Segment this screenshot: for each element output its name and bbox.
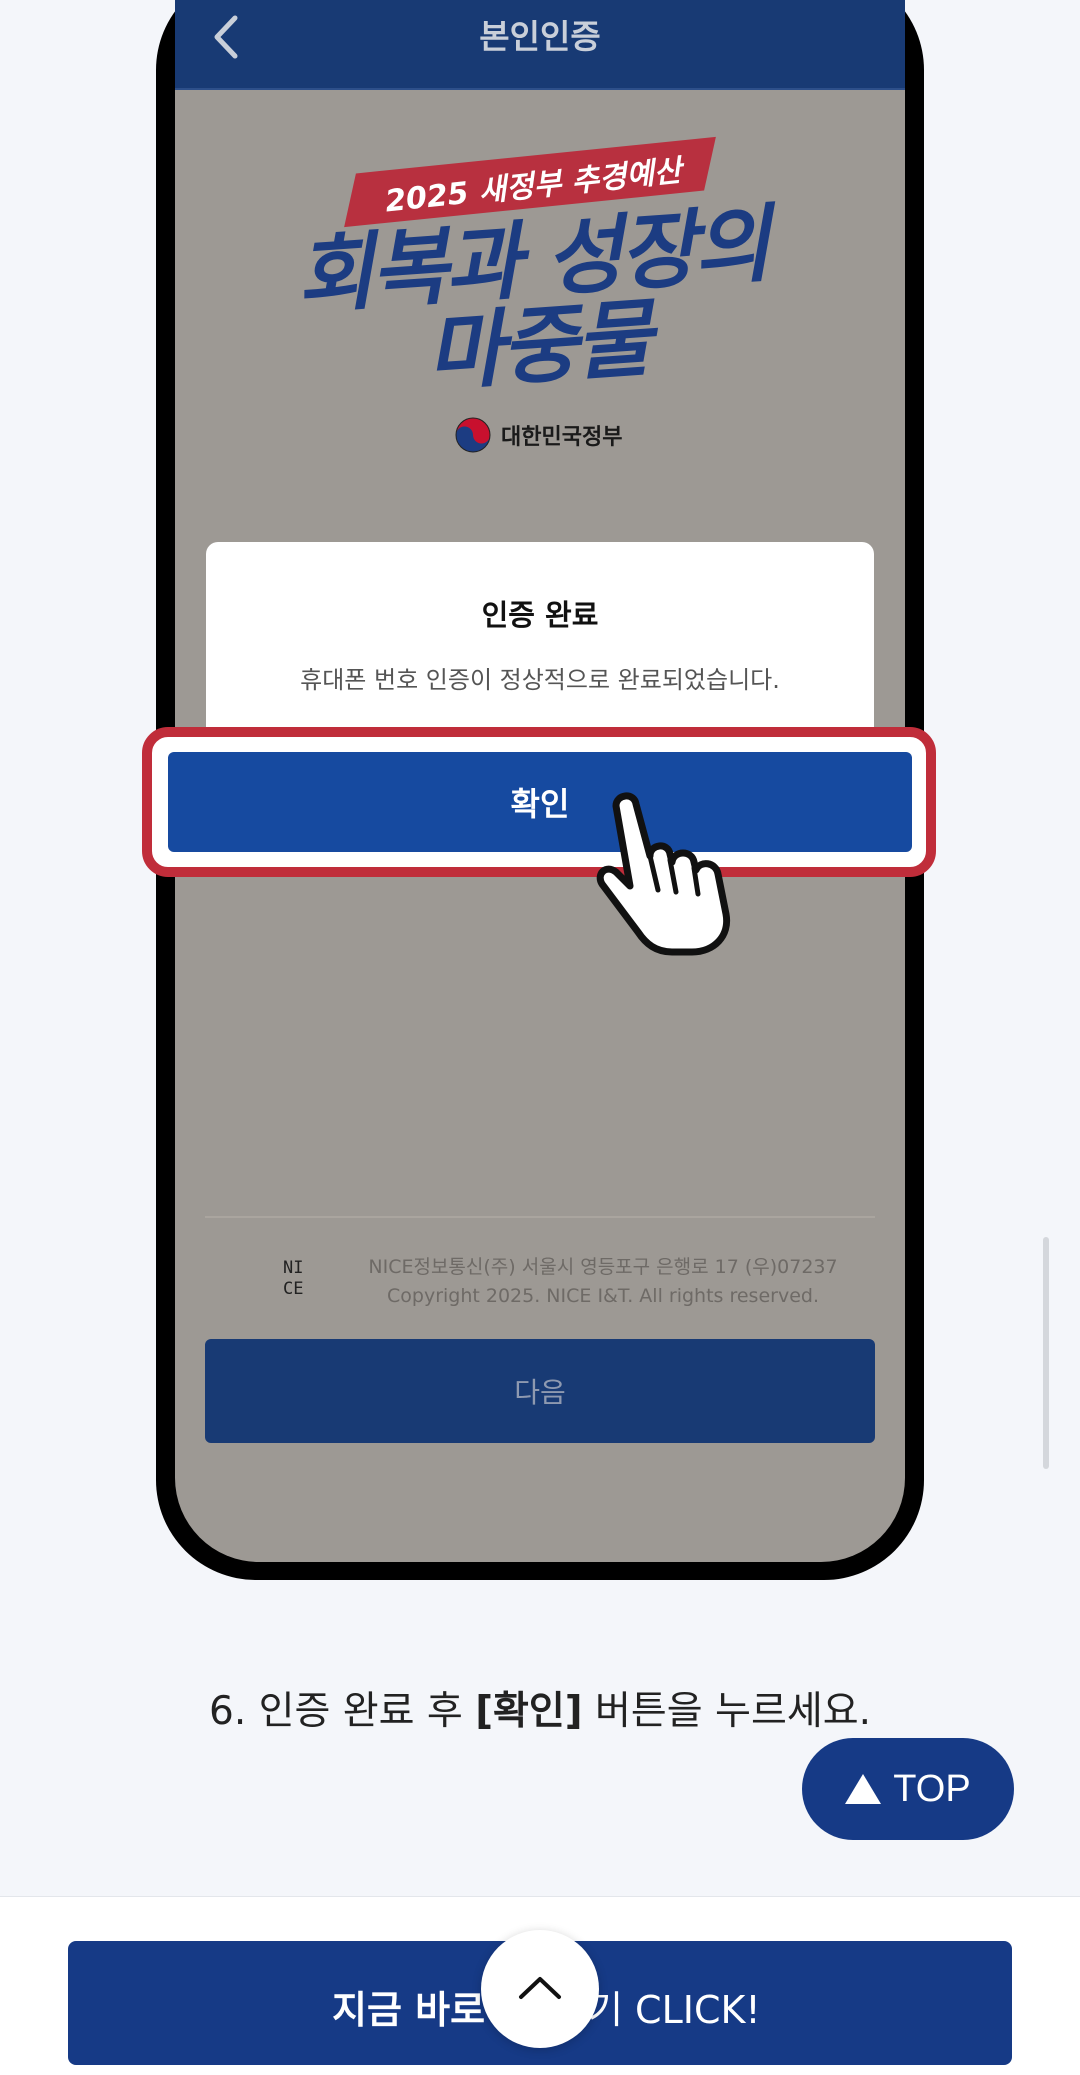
- next-button[interactable]: 다음: [205, 1339, 875, 1443]
- top-button[interactable]: TOP: [802, 1738, 1014, 1840]
- step-caption: 6. 인증 완료 후 [확인] 버튼을 누르세요.: [0, 1680, 1080, 1736]
- caption-suffix: 버튼을 누르세요.: [582, 1689, 871, 1734]
- scroll-up-button[interactable]: [481, 1930, 599, 2048]
- pointing-hand-icon: [596, 792, 731, 956]
- nice-address: NICE정보통신(주) 서울시 영등포구 은행로 17 (우)07237: [368, 1256, 838, 1278]
- gov-mark-row: 대한민국정부: [455, 415, 622, 455]
- nice-logo-line2: CE: [283, 1279, 304, 1299]
- logo-headline: 회복과 성장의 마중물: [290, 195, 781, 405]
- modal-title: 인증 완료: [481, 598, 599, 632]
- caption-bold: [확인]: [475, 1689, 583, 1734]
- screen-header: 본인인증: [175, 0, 905, 90]
- triangle-up-icon: [845, 1774, 882, 1804]
- campaign-logo: 2025 새정부 추경예산 회복과 성장의 마중물 대한민국정부: [293, 136, 795, 465]
- taegeuk-icon: [455, 417, 491, 453]
- cta-label-right: 기 CLICK!: [588, 1988, 761, 2032]
- screen-title: 본인인증: [479, 17, 601, 56]
- nice-footer-text: NICE정보통신(주) 서울시 영등포구 은행로 17 (우)07237 Cop…: [343, 1253, 863, 1311]
- chevron-up-icon: [519, 1976, 561, 1999]
- scrollbar[interactable]: [1043, 1237, 1049, 1469]
- nice-logo-line1: NI: [283, 1258, 304, 1278]
- cta-label-left: 지금 바로: [332, 1988, 486, 2032]
- confirm-button[interactable]: 확인: [168, 752, 912, 852]
- modal-message: 휴대폰 번호 인증이 정상적으로 완료되었습니다.: [300, 666, 780, 694]
- nice-copyright: Copyright 2025. NICE I&T. All rights res…: [387, 1285, 819, 1307]
- top-button-label: TOP: [893, 1767, 971, 1810]
- gov-label: 대한민국정부: [501, 425, 623, 450]
- divider: [205, 1216, 875, 1218]
- caption-prefix: 6. 인증 완료 후: [209, 1689, 476, 1734]
- nice-logo: NI CE: [283, 1258, 323, 1304]
